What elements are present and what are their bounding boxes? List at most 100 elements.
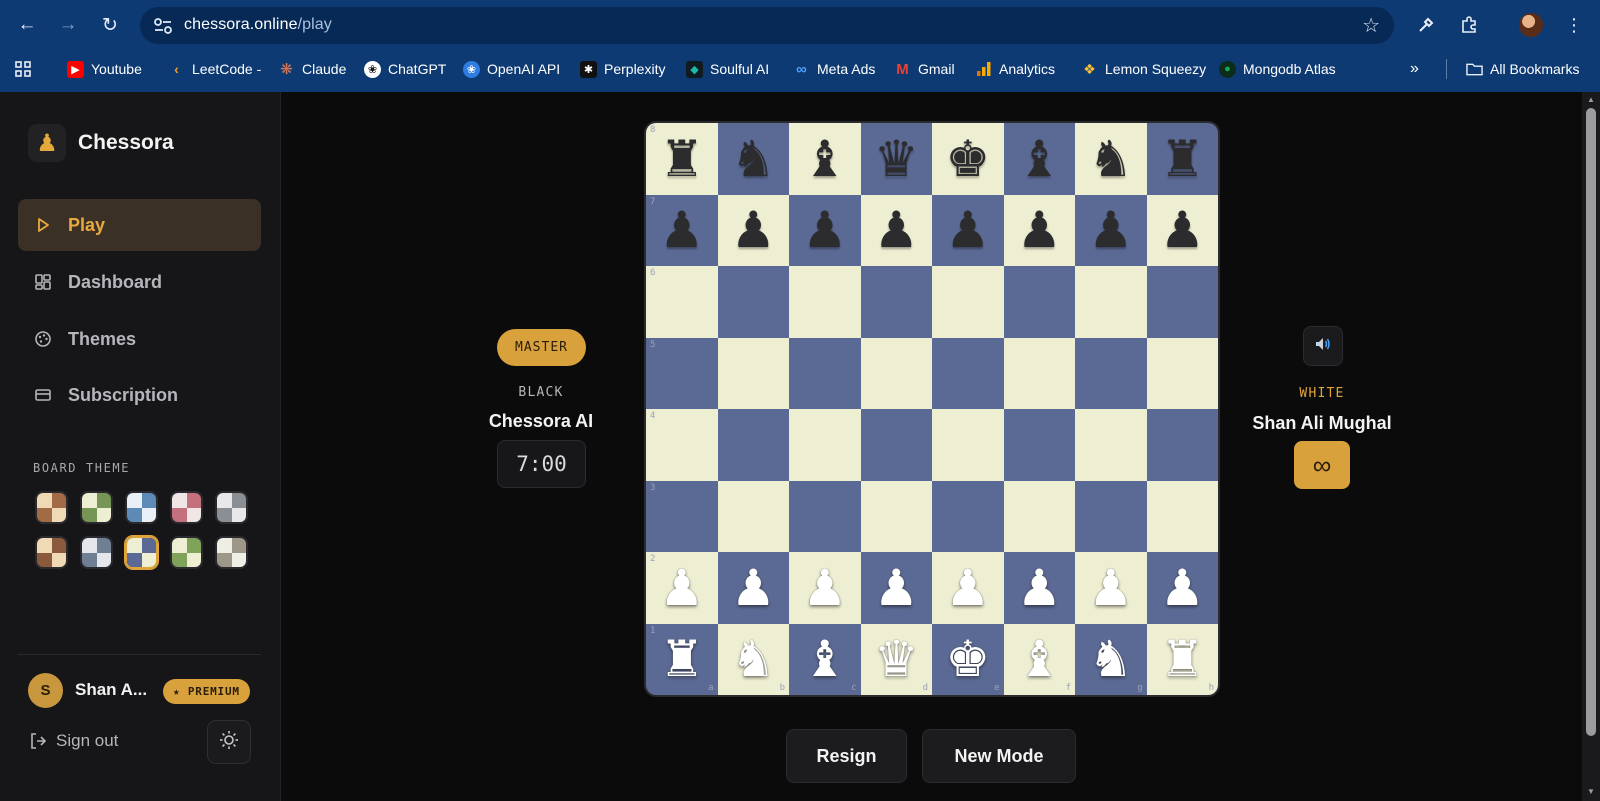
white-rook-piece[interactable]: ♜ (1160, 634, 1205, 684)
eyedropper-icon[interactable] (1413, 12, 1439, 38)
board-square-f8[interactable]: ♝ (1003, 123, 1075, 195)
board-square-g6[interactable] (1075, 266, 1147, 338)
board-square-a1[interactable]: 1 a ♜ (646, 623, 718, 695)
board-square-d8[interactable]: ♛ (860, 123, 932, 195)
nav-item-themes[interactable]: Themes (18, 313, 261, 365)
bookmark-claude[interactable]: ❋ Claude (278, 59, 346, 79)
black-pawn-piece[interactable]: ♟ (731, 205, 776, 255)
board-square-a5[interactable]: 5 (646, 337, 718, 409)
all-bookmarks[interactable]: All Bookmarks (1466, 59, 1579, 79)
theme-swatch[interactable] (215, 536, 248, 569)
url-text[interactable]: chessora.online/play (184, 16, 332, 34)
nav-item-subscription[interactable]: Subscription (18, 369, 261, 421)
board-square-b2[interactable]: ♟ (717, 552, 789, 624)
chess-board[interactable]: 8 ♜ ♞ ♝ ♛ ♚ ♝ ♞ ♜ 7 ♟ ♟ ♟ ♟ ♟ ♟ ♟ ♟ 6 5 4 3 2 ♟ ♟ ♟ ♟ ♟ ♟ ♟ ♟ 1 a ♜ b ♞ c ♝ d ♛… (644, 121, 1220, 697)
address-bar[interactable]: chessora.online/play ☆ (140, 7, 1394, 44)
black-pawn-piece[interactable]: ♟ (945, 205, 990, 255)
board-square-a2[interactable]: 2 ♟ (646, 552, 718, 624)
board-square-c3[interactable] (789, 480, 861, 552)
board-square-e8[interactable]: ♚ (932, 123, 1004, 195)
bookmark-star-icon[interactable]: ☆ (1362, 13, 1380, 38)
bookmark-openai-api[interactable]: ❀ OpenAI API (463, 59, 560, 79)
black-bishop-piece[interactable]: ♝ (1017, 134, 1062, 184)
theme-swatch[interactable] (170, 491, 203, 524)
back-icon[interactable]: ← (12, 10, 42, 40)
black-pawn-piece[interactable]: ♟ (1160, 205, 1205, 255)
board-square-e1[interactable]: e ♚ (932, 623, 1004, 695)
black-king-piece[interactable]: ♚ (945, 134, 990, 184)
board-square-d3[interactable] (860, 480, 932, 552)
theme-swatch[interactable] (80, 491, 113, 524)
apps-grid-icon[interactable] (14, 59, 32, 79)
white-bishop-piece[interactable]: ♝ (802, 634, 847, 684)
avatar[interactable]: S (28, 673, 63, 708)
theme-swatch[interactable] (170, 536, 203, 569)
board-square-g5[interactable] (1075, 337, 1147, 409)
white-pawn-piece[interactable]: ♟ (1088, 563, 1133, 613)
board-square-b8[interactable]: ♞ (717, 123, 789, 195)
board-square-h3[interactable] (1146, 480, 1218, 552)
black-knight-piece[interactable]: ♞ (731, 134, 776, 184)
bookmark-analytics[interactable]: Analytics (975, 59, 1055, 79)
bookmark-chatgpt[interactable]: ❀ ChatGPT (364, 59, 446, 79)
black-pawn-piece[interactable]: ♟ (1017, 205, 1062, 255)
theme-toggle-button[interactable] (207, 720, 251, 764)
scrollbar[interactable]: ▲ ▼ (1582, 92, 1600, 801)
board-square-d7[interactable]: ♟ (860, 194, 932, 266)
board-square-a6[interactable]: 6 (646, 266, 718, 338)
scroll-up-icon[interactable]: ▲ (1586, 96, 1596, 104)
black-pawn-piece[interactable]: ♟ (802, 205, 847, 255)
board-square-h5[interactable] (1146, 337, 1218, 409)
board-square-d2[interactable]: ♟ (860, 552, 932, 624)
board-square-c2[interactable]: ♟ (789, 552, 861, 624)
board-square-f1[interactable]: f ♝ (1003, 623, 1075, 695)
scroll-down-icon[interactable]: ▼ (1586, 788, 1596, 796)
board-square-a8[interactable]: 8 ♜ (646, 123, 718, 195)
bookmark-perplexity[interactable]: ✱ Perplexity (580, 59, 665, 79)
brand[interactable]: ♟ Chessora (28, 124, 174, 162)
nav-item-dashboard[interactable]: Dashboard (18, 256, 261, 308)
theme-swatch[interactable] (125, 491, 158, 524)
board-square-b4[interactable] (717, 409, 789, 481)
board-square-e5[interactable] (932, 337, 1004, 409)
more-bookmarks-chevron-icon[interactable]: » (1410, 59, 1419, 79)
bookmark-mongodb-atlas[interactable]: ● Mongodb Atlas (1219, 59, 1336, 79)
black-rook-piece[interactable]: ♜ (1160, 134, 1205, 184)
reload-icon[interactable]: ↻ (95, 10, 125, 40)
bookmark-meta-ads[interactable]: ∞ Meta Ads (793, 59, 875, 79)
board-square-d6[interactable] (860, 266, 932, 338)
board-square-e6[interactable] (932, 266, 1004, 338)
black-pawn-piece[interactable]: ♟ (1088, 205, 1133, 255)
theme-swatch[interactable] (35, 536, 68, 569)
white-rook-piece[interactable]: ♜ (659, 634, 704, 684)
board-square-b5[interactable] (717, 337, 789, 409)
bookmark-soulful-ai[interactable]: ◆ Soulful AI (686, 59, 769, 79)
black-bishop-piece[interactable]: ♝ (802, 134, 847, 184)
board-square-h6[interactable] (1146, 266, 1218, 338)
board-square-h8[interactable]: ♜ (1146, 123, 1218, 195)
board-square-g7[interactable]: ♟ (1075, 194, 1147, 266)
theme-swatch[interactable] (215, 491, 248, 524)
scroll-thumb[interactable] (1586, 108, 1596, 736)
theme-swatch[interactable] (125, 536, 158, 569)
board-square-f4[interactable] (1003, 409, 1075, 481)
white-queen-piece[interactable]: ♛ (874, 634, 919, 684)
board-square-d4[interactable] (860, 409, 932, 481)
white-knight-piece[interactable]: ♞ (731, 634, 776, 684)
board-square-h2[interactable]: ♟ (1146, 552, 1218, 624)
black-rook-piece[interactable]: ♜ (659, 134, 704, 184)
board-square-b1[interactable]: b ♞ (717, 623, 789, 695)
board-square-b7[interactable]: ♟ (717, 194, 789, 266)
board-square-f6[interactable] (1003, 266, 1075, 338)
white-knight-piece[interactable]: ♞ (1088, 634, 1133, 684)
site-info-icon[interactable] (152, 16, 174, 36)
board-square-f5[interactable] (1003, 337, 1075, 409)
profile-avatar[interactable] (1519, 13, 1543, 37)
white-pawn-piece[interactable]: ♟ (1160, 563, 1205, 613)
sign-out-button[interactable]: Sign out (28, 731, 118, 751)
board-square-f3[interactable] (1003, 480, 1075, 552)
board-square-f7[interactable]: ♟ (1003, 194, 1075, 266)
white-pawn-piece[interactable]: ♟ (731, 563, 776, 613)
white-pawn-piece[interactable]: ♟ (802, 563, 847, 613)
white-pawn-piece[interactable]: ♟ (945, 563, 990, 613)
